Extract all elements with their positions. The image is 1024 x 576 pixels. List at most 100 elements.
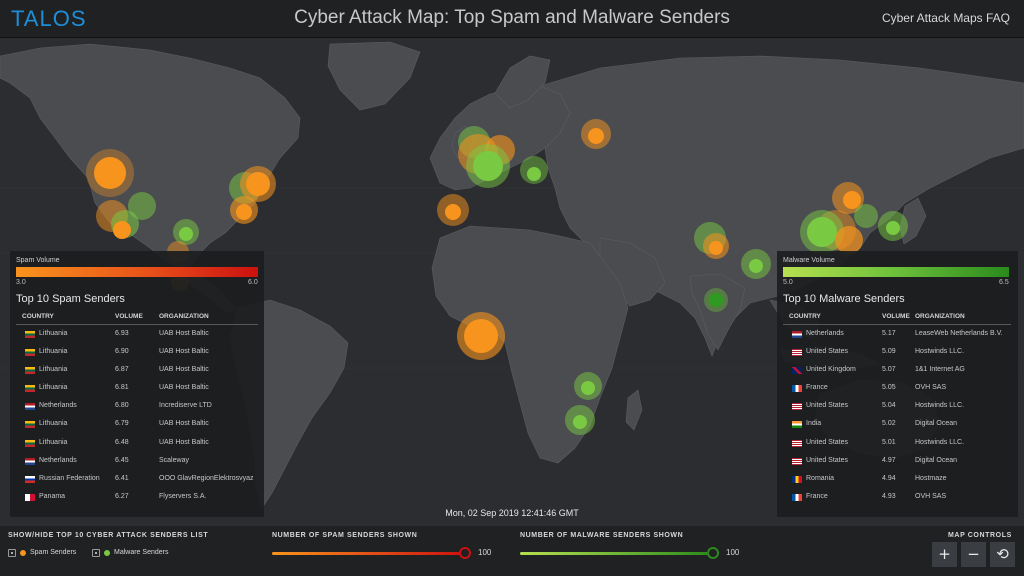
cell-volume: 5.04 [882, 402, 896, 410]
spam-slider-handle[interactable] [459, 547, 471, 559]
spam-senders-slider[interactable] [272, 552, 466, 555]
malware-cluster-marker [854, 204, 878, 228]
india-flag-icon [792, 421, 802, 429]
cell-organization: Incrediserve LTD [159, 402, 212, 410]
cell-organization: Hostmaze [915, 474, 947, 482]
france-flag-icon [792, 385, 802, 393]
faq-link[interactable]: Cyber Attack Maps FAQ [882, 11, 1010, 25]
cell-country: India [806, 420, 822, 428]
malware-cluster-marker [128, 192, 156, 220]
checkbox-icon[interactable] [92, 549, 100, 557]
spam-cluster-marker [246, 172, 270, 196]
cell-volume: 5.09 [882, 348, 896, 356]
malware-senders-panel: Malware Volume 5.0 6.5 Top 10 Malware Se… [777, 251, 1018, 517]
spam-panel-title: Top 10 Spam Senders [16, 293, 125, 305]
table-row: Netherlands 6.45 Scaleway [16, 452, 258, 470]
cell-country: Russian Federation [39, 474, 100, 482]
cell-country: United States [806, 402, 849, 410]
malware-slider-handle[interactable] [707, 547, 719, 559]
spam-legend-label: Spam Volume [16, 257, 60, 264]
usa-flag-icon [792, 457, 802, 465]
table-row: United States 4.97 Digital Ocean [783, 452, 1011, 470]
cell-volume: 6.41 [115, 474, 129, 482]
malware-cluster-marker [581, 381, 595, 395]
toggle-list-label: SHOW/HIDE TOP 10 CYBER ATTACK SENDERS LI… [8, 532, 209, 539]
malware-senders-toggle[interactable]: Malware Senders [92, 548, 180, 560]
malware-cluster-marker [179, 227, 193, 241]
table-row: Romania 4.94 Hostmaze [783, 470, 1011, 488]
lithuania-flag-icon [25, 439, 35, 447]
cell-organization: UAB Host Baltic [159, 384, 209, 392]
checkbox-icon[interactable] [8, 549, 16, 557]
table-row: Lithuania 6.87 UAB Host Baltic [16, 361, 258, 379]
table-header: COUNTRY VOLUME ORGANIZATION [783, 309, 1011, 325]
cell-volume: 6.27 [115, 492, 129, 500]
north-america-land [0, 43, 301, 271]
cell-organization: UAB Host Baltic [159, 438, 209, 446]
zoom-in-button[interactable]: + [932, 542, 957, 567]
table-row: Lithuania 6.81 UAB Host Baltic [16, 379, 258, 397]
cell-country: United Kingdom [806, 366, 856, 374]
zoom-out-button[interactable]: − [961, 542, 986, 567]
malware-shown-value: 100 [726, 548, 740, 557]
spam-senders-table: COUNTRY VOLUME ORGANIZATION Lithuania 6.9… [16, 309, 258, 506]
cell-country: United States [806, 438, 849, 446]
cell-country: Netherlands [806, 330, 844, 337]
header-country: COUNTRY [22, 313, 54, 320]
table-row: United States 5.09 Hostwinds LLC. [783, 343, 1011, 361]
cell-volume: 5.02 [882, 420, 896, 428]
netherlands-flag-icon [25, 403, 35, 411]
spam-cluster-marker [835, 226, 863, 254]
cell-organization: Hostwinds LLC. [915, 348, 965, 356]
netherlands-flag-icon [792, 331, 802, 338]
spam-senders-panel: Spam Volume 3.0 6.0 Top 10 Spam Senders … [10, 251, 264, 517]
malware-toggle-label: Malware Senders [114, 549, 169, 556]
cell-volume: 5.17 [882, 330, 896, 337]
cell-volume: 6.90 [115, 348, 129, 356]
cell-organization: 1&1 Internet AG [915, 366, 965, 374]
usa-flag-icon [792, 439, 802, 447]
cell-organization: Digital Ocean [915, 420, 958, 428]
france-flag-icon [792, 493, 802, 501]
spam-dot-icon [20, 550, 26, 556]
header: TALOS Cyber Attack Map: Top Spam and Mal… [0, 0, 1024, 38]
greenland-land [327, 41, 421, 111]
malware-cluster-marker [473, 151, 503, 181]
spam-legend-min: 3.0 [16, 279, 26, 286]
spam-cluster-marker [843, 191, 861, 209]
cell-country: Netherlands [39, 456, 77, 464]
lithuania-flag-icon [25, 385, 35, 393]
cell-volume: 6.81 [115, 384, 129, 392]
table-row: Lithuania 6.48 UAB Host Baltic [16, 434, 258, 452]
cell-volume: 4.97 [882, 456, 896, 464]
table-row: Panama 6.27 Flyservers S.A. [16, 488, 258, 506]
spam-senders-toggle[interactable]: Spam Senders [8, 548, 86, 560]
reset-view-button[interactable]: ⟲ [990, 542, 1015, 567]
cell-organization: OVH SAS [915, 492, 947, 500]
netherlands-flag-icon [25, 457, 35, 465]
spam-cluster-marker [236, 204, 252, 220]
malware-shown-label: NUMBER OF MALWARE SENDERS SHOWN [520, 532, 684, 539]
malware-cluster-marker [527, 167, 541, 181]
table-row: United Kingdom 5.07 1&1 Internet AG [783, 361, 1011, 379]
cell-volume: 5.07 [882, 366, 896, 374]
table-row: Lithuania 6.79 UAB Host Baltic [16, 415, 258, 433]
lithuania-flag-icon [25, 367, 35, 375]
madagascar-land [625, 389, 643, 431]
talos-logo[interactable]: TALOS [11, 6, 87, 32]
footer-controls: SHOW/HIDE TOP 10 CYBER ATTACK SENDERS LI… [0, 526, 1024, 576]
malware-volume-gradient [783, 267, 1009, 277]
cell-volume: 6.48 [115, 438, 129, 446]
cell-organization: OOO GlavRegionElektrosvyaz [159, 474, 254, 482]
spam-shown-value: 100 [478, 548, 492, 557]
table-row: Russian Federation 6.41 OOO GlavRegionElek… [16, 470, 258, 488]
map-controls-label: MAP CONTROLS [948, 532, 1012, 539]
malware-cluster-marker [709, 293, 723, 307]
cell-country: Lithuania [39, 330, 68, 337]
malware-senders-slider[interactable] [520, 552, 714, 555]
uk-flag-icon [792, 367, 802, 375]
cell-organization: Hostwinds LLC. [915, 402, 965, 410]
attack-map-app: TALOS Cyber Attack Map: Top Spam and Mal… [0, 0, 1024, 576]
cell-organization: UAB Host Baltic [159, 420, 209, 428]
header-volume: VOLUME [882, 313, 910, 320]
